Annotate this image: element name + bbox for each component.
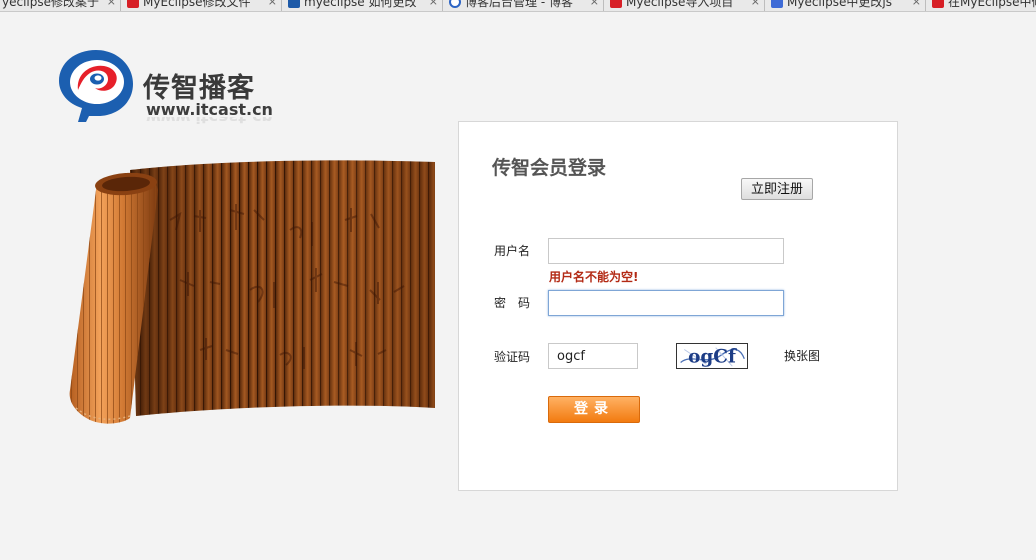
tab-title: yeclipse修改案于 xyxy=(2,0,100,9)
brand-url-reflection: www.itcast.cn xyxy=(146,117,273,125)
close-icon[interactable]: × xyxy=(268,0,277,11)
login-button[interactable]: 登录 xyxy=(548,396,640,423)
browser-tab[interactable]: myeclipse 如何更改 × xyxy=(282,0,443,11)
captcha-input[interactable] xyxy=(548,343,638,369)
tab-title: Myeclipse中更改js xyxy=(787,0,892,9)
browser-tab[interactable]: MyEclipse修改文件 × xyxy=(121,0,282,11)
captcha-image[interactable]: ogCf xyxy=(676,343,748,369)
red-c-icon xyxy=(127,0,139,8)
refresh-captcha-link[interactable]: 换张图 xyxy=(784,347,820,364)
tab-title: 博客后台管理 - 博客 xyxy=(465,0,573,9)
itcast-logo-icon xyxy=(59,50,133,122)
browser-tab[interactable]: 博客后台管理 - 博客 × xyxy=(443,0,604,11)
username-label: 用户名 xyxy=(494,244,531,258)
username-input[interactable] xyxy=(548,238,784,264)
red-c-icon xyxy=(932,0,944,8)
blue-paw-icon xyxy=(771,0,783,8)
username-error-message: 用户名不能为空! xyxy=(549,270,639,284)
register-button[interactable]: 立即注册 xyxy=(741,178,813,200)
tab-title: Myeclipse导入项目 xyxy=(626,0,734,9)
browser-tab[interactable]: yeclipse修改案于 × xyxy=(0,0,121,11)
close-icon[interactable]: × xyxy=(107,0,116,11)
captcha-text: ogCf xyxy=(688,346,737,367)
browser-tab[interactable]: Myeclipse导入项目 × xyxy=(604,0,765,11)
captcha-label: 验证码 xyxy=(494,350,531,364)
tab-title: MyEclipse修改文件 xyxy=(143,0,251,9)
tab-title: myeclipse 如何更改 xyxy=(304,0,417,9)
login-title: 传智会员登录 xyxy=(492,157,607,179)
browser-tab[interactable]: Myeclipse中更改js × xyxy=(765,0,926,11)
ring-icon xyxy=(449,0,461,8)
blue-c-icon xyxy=(288,0,300,8)
password-label: 密 码 xyxy=(494,296,531,310)
browser-tab[interactable]: 在MyEclipse中修 xyxy=(926,0,1036,11)
close-icon[interactable]: × xyxy=(751,0,760,11)
password-input[interactable] xyxy=(548,290,784,316)
bamboo-scroll-image xyxy=(69,160,435,424)
login-panel: 传智会员登录 立即注册 用户名 用户名不能为空! 密 码 验证码 ogCf 换张… xyxy=(458,121,898,491)
browser-tab-strip: yeclipse修改案于 × MyEclipse修改文件 × myeclipse… xyxy=(0,0,1036,12)
close-icon[interactable]: × xyxy=(590,0,599,11)
close-icon[interactable]: × xyxy=(429,0,438,11)
tab-title: 在MyEclipse中修 xyxy=(948,0,1036,9)
close-icon[interactable]: × xyxy=(912,0,921,11)
red-c-icon xyxy=(610,0,622,8)
